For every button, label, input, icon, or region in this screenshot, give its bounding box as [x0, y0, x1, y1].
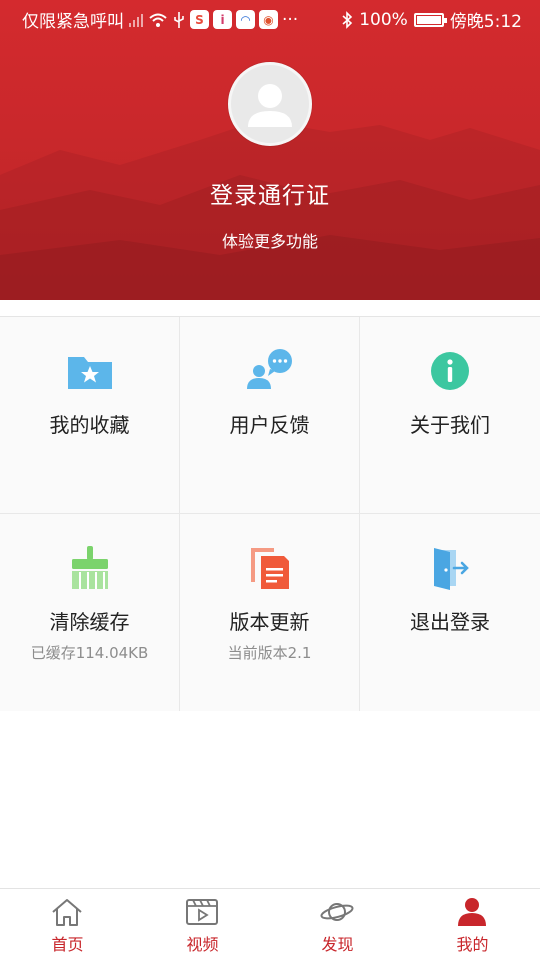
folder-star-icon — [68, 357, 112, 389]
signal-icon — [129, 13, 143, 27]
info-icon — [431, 352, 469, 390]
bluetooth-icon — [342, 10, 353, 29]
broom-icon — [72, 546, 108, 589]
nav-video[interactable]: 视频 — [135, 889, 270, 960]
grid-item-label: 清除缓存 — [49, 610, 130, 634]
battery-percent: 100% — [359, 9, 408, 30]
app-icon-3: ◠ — [236, 10, 255, 29]
app-icon-1: S — [190, 10, 209, 29]
nav-label: 我的 — [456, 935, 489, 954]
usb-icon — [174, 11, 184, 28]
home-icon — [52, 899, 82, 926]
document-update-icon — [251, 548, 289, 589]
grid-item-label: 版本更新 — [229, 610, 310, 634]
cache-size-text: 已缓存114.04KB — [30, 644, 149, 662]
grid-item-label: 关于我们 — [410, 413, 490, 437]
default-user-icon — [248, 84, 292, 127]
grid-item-feedback[interactable]: 用户反馈 — [180, 317, 360, 514]
grid-item-version-update[interactable]: 版本更新 当前版本2.1 — [180, 514, 360, 711]
nav-label: 首页 — [51, 935, 84, 954]
profile-header: 仅限紧急呼叫 S i ◠ ◉ ··· 100% 傍晚5:12 登录通行证 体验更… — [0, 0, 540, 300]
nav-label: 发现 — [321, 935, 354, 954]
grid-item-label: 退出登录 — [410, 610, 490, 634]
grid-item-logout[interactable]: 退出登录 — [360, 514, 540, 711]
feature-grid: 我的收藏 用户反馈 关于我们 清除缓存 已缓存114.04KB 版本更新 当前版… — [0, 316, 540, 711]
login-passport-button[interactable]: 登录通行证 — [0, 176, 540, 210]
app-icon-4: ◉ — [259, 10, 278, 29]
grid-item-label: 我的收藏 — [49, 413, 130, 437]
more-notifications-text: ··· — [282, 9, 299, 30]
nav-label: 视频 — [186, 935, 219, 954]
grid-item-favorites[interactable]: 我的收藏 — [0, 317, 180, 514]
person-icon — [458, 898, 486, 926]
mountain-background-image — [0, 120, 540, 300]
nav-home[interactable]: 首页 — [0, 889, 135, 960]
wifi-icon — [149, 13, 167, 27]
grid-item-clear-cache[interactable]: 清除缓存 已缓存114.04KB — [0, 514, 180, 711]
grid-item-about[interactable]: 关于我们 — [360, 317, 540, 514]
current-version-text: 当前版本2.1 — [227, 644, 312, 662]
clock-text: 傍晚5:12 — [449, 12, 522, 32]
logout-door-icon — [434, 548, 469, 590]
bottom-navigation: 首页 视频 发现 我的 — [0, 888, 540, 960]
planet-icon — [320, 903, 354, 921]
video-icon — [186, 899, 218, 925]
status-bar: 仅限紧急呼叫 S i ◠ ◉ ··· 100% 傍晚5:12 — [0, 0, 540, 36]
nav-discover[interactable]: 发现 — [270, 889, 405, 960]
grid-item-label: 用户反馈 — [229, 413, 310, 437]
nav-mine[interactable]: 我的 — [405, 889, 540, 960]
avatar[interactable] — [228, 62, 312, 146]
user-feedback-icon — [247, 349, 292, 389]
battery-icon — [413, 12, 447, 27]
carrier-text: 仅限紧急呼叫 — [22, 12, 124, 32]
login-subtitle: 体验更多功能 — [221, 232, 318, 251]
app-icon-2: i — [213, 10, 232, 29]
